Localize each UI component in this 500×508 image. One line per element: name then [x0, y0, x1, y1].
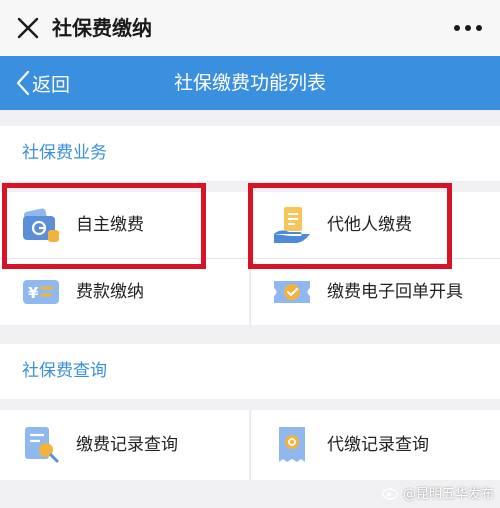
proxy-record-query-label: 代缴记录查询: [327, 435, 429, 455]
document-search-icon: [25, 427, 59, 463]
section-header-query: 社保费查询: [0, 344, 500, 399]
yuan-card-icon: ¥: [23, 280, 59, 304]
highlight-box: [248, 183, 452, 269]
ticket-check-icon: [274, 281, 310, 303]
nav-bar: 返回 社保缴费功能列表: [0, 56, 500, 110]
payment-record-query-item[interactable]: 缴费记录查询: [0, 410, 249, 480]
grid-divider: [250, 410, 251, 480]
e-receipt-label: 缴费电子回单开具: [327, 282, 463, 302]
window-title: 社保费缴纳: [52, 16, 152, 40]
close-icon[interactable]: [14, 14, 42, 42]
proxy-record-query-item[interactable]: 代缴记录查询: [251, 410, 500, 480]
watermark-text: @昆明五华发布: [402, 487, 494, 502]
section-title: 社保费业务: [22, 143, 107, 163]
more-icon[interactable]: [450, 14, 486, 42]
highlight-box: [2, 183, 206, 269]
page-title: 社保缴费功能列表: [173, 72, 326, 94]
svg-text:¥: ¥: [28, 284, 39, 302]
receipt-search-icon: [279, 427, 305, 462]
fee-payment-label: 费款缴纳: [76, 282, 144, 302]
section-header-business: 社保费业务: [0, 126, 500, 181]
section-title: 社保费查询: [22, 361, 107, 381]
watermark: @昆明五华发布: [382, 483, 494, 502]
weibo-icon: [382, 487, 398, 500]
window-title-bar: 社保费缴纳: [0, 0, 500, 56]
payment-record-query-label: 缴费记录查询: [76, 435, 178, 455]
